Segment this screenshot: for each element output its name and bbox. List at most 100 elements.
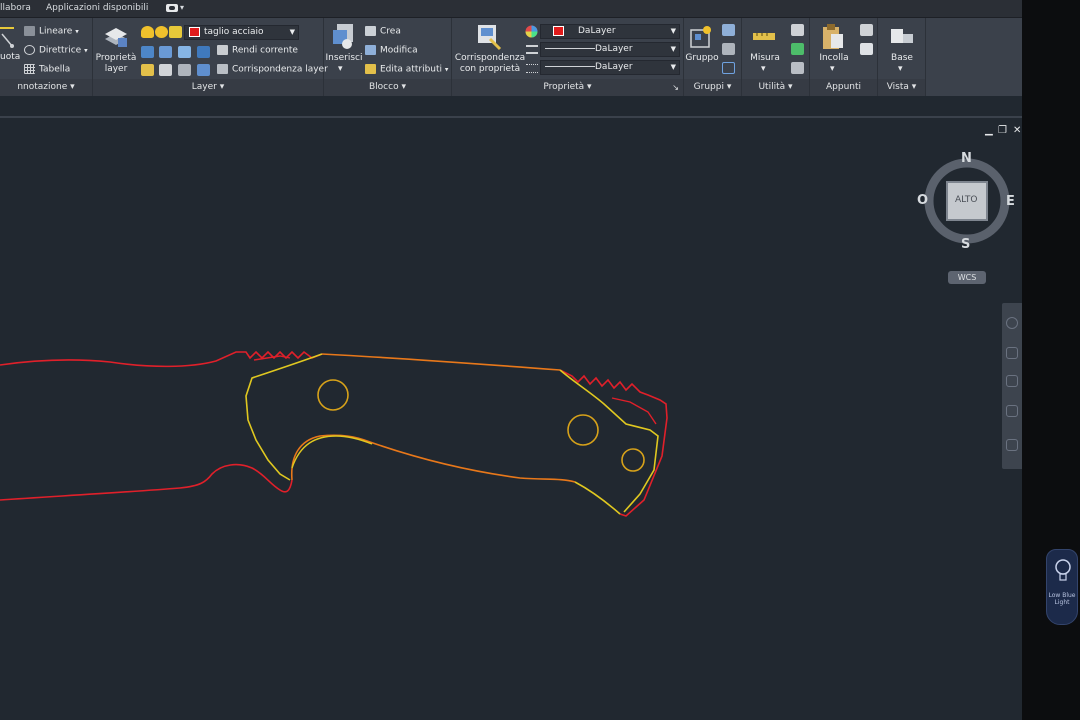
layer-on-icon[interactable] [159,64,172,76]
base-button[interactable]: Base [882,53,922,64]
compass-south[interactable]: S [961,237,970,252]
match-properties-icon[interactable] [476,23,504,51]
clipboard-icon[interactable] [821,23,845,51]
dimension-icon[interactable] [0,24,18,50]
blade-spine-outline[interactable] [0,350,323,368]
misura-button[interactable]: Misura [746,53,784,64]
chevron-down-icon: ▼ [289,28,295,36]
front-notch-outline[interactable] [253,355,291,361]
pin-hole[interactable] [567,414,599,446]
handle-bottom-outline[interactable] [291,434,576,483]
corrispondenza-layer-button[interactable]: Corrispondenza layer [217,64,328,75]
chevron-down-icon[interactable]: ▾ [761,64,766,75]
ungroup-icon[interactable] [722,24,735,36]
crea-button[interactable]: Crea [365,26,401,37]
showmotion-icon[interactable] [1006,439,1018,451]
quick-select-icon[interactable] [791,24,804,36]
sun-icon[interactable] [155,26,168,38]
chevron-down-icon[interactable]: ▾ [338,64,343,75]
lineare-button[interactable]: Lineare ▾ [24,26,79,37]
panel-title-utilita[interactable]: Utilità ▾ [742,79,809,96]
low-blue-light-widget[interactable]: Low Blue Light [1046,549,1078,625]
layer-lock-icon[interactable] [197,46,210,58]
edita-attributi-button[interactable]: Edita attributi ▾ [365,64,448,75]
base-view-icon[interactable] [889,26,915,46]
eye-icon[interactable] [166,4,178,12]
group-edit-icon[interactable] [722,43,735,55]
layer-isolate-icon[interactable] [141,46,154,58]
rendi-corrente-button[interactable]: Rendi corrente [217,45,298,56]
close-viewport-button[interactable]: ✕ [1013,125,1021,136]
copy-icon[interactable] [860,43,873,55]
inserisci-button[interactable]: Inserisci [325,53,363,64]
insert-block-icon[interactable] [331,22,357,50]
compass-east[interactable]: E [1006,194,1015,209]
compass-west[interactable]: O [917,193,928,208]
chevron-down-icon[interactable]: ▾ [830,64,835,75]
layer-freeze-icon[interactable] [178,46,191,58]
orbit-icon[interactable] [1006,405,1018,417]
linetype-dropdown[interactable]: DaLayer ▼ [540,42,680,57]
color-wheel-icon[interactable] [525,25,538,38]
chevron-down-icon[interactable]: ▾ [180,3,184,12]
tab-collabora[interactable]: llabora [0,3,31,13]
current-layer-dropdown[interactable]: taglio acciaio ▼ [184,25,299,40]
pan-icon[interactable] [1006,347,1018,359]
panel-title-annotazione[interactable]: nnotazione ▾ [0,79,92,96]
drawing-canvas[interactable] [0,118,1022,720]
lineweight-dropdown[interactable]: DaLayer ▼ [540,60,680,75]
rear-notch-outline[interactable] [611,397,657,425]
ruler-icon[interactable] [752,30,776,42]
finger-choil-outline[interactable] [291,435,373,469]
steering-wheel-icon[interactable] [1006,317,1018,329]
incolla-button[interactable]: Incolla [814,53,854,64]
table-icon [24,64,35,74]
panel-title-blocco[interactable]: Blocco ▾ [324,79,451,96]
viewcube-face-label[interactable]: ALTO [955,195,978,205]
group-select-icon[interactable] [722,62,735,74]
tab-applicazioni-disponibili[interactable]: Applicazioni disponibili [46,3,148,13]
quota-button[interactable]: uota [0,52,20,63]
gruppo-button[interactable]: Gruppo [684,53,720,64]
color-dropdown[interactable]: DaLayer ▼ [540,24,680,39]
group-icon[interactable] [688,24,714,50]
panel-title-vista[interactable]: Vista ▾ [878,79,925,96]
tabella-button[interactable]: Tabella [24,64,70,75]
layer-unisolate-icon[interactable] [159,46,172,58]
zoom-icon[interactable] [1006,375,1018,387]
chevron-down-icon[interactable]: ▾ [898,64,903,75]
blade-edge-outline[interactable] [0,463,293,501]
panel-title-proprieta[interactable]: Proprietà ▾ ↘ [452,79,683,96]
dialog-launcher-icon[interactable]: ↘ [672,79,679,96]
pin-hole[interactable] [317,379,349,411]
proprieta-layer-button[interactable]: Proprietà layer [95,53,137,75]
panel-title-gruppi[interactable]: Gruppi ▾ [684,79,741,96]
compass-north[interactable]: N [961,151,972,166]
navigation-bar [1002,303,1022,469]
select-all-icon[interactable] [791,43,804,55]
scale-front-outline[interactable] [245,353,323,481]
direttrice-button[interactable]: Direttrice ▾ [24,45,88,56]
panel-title-appunti[interactable]: Appunti [810,79,877,96]
minimize-viewport-button[interactable]: ▁ [985,125,993,136]
layer-unlock-icon[interactable] [197,64,210,76]
lock-icon[interactable] [169,26,182,38]
handle-bottom-rear-outline[interactable] [574,481,621,515]
panel-proprieta: Corrispondenza con proprietà DaLayer ▼ DaL… [452,18,684,96]
layer-properties-icon[interactable] [103,25,129,49]
viewcube[interactable]: N S E O ALTO [917,151,1015,252]
scale-rear-outline[interactable] [559,369,659,513]
layer-off-icon[interactable] [141,64,154,76]
restore-viewport-button[interactable]: ❐ [998,125,1007,136]
panel-title-layer[interactable]: Layer ▾ [93,79,323,96]
modifica-button[interactable]: Modifica [365,45,418,56]
wcs-menu[interactable]: WCS [948,271,986,284]
lightbulb-icon[interactable] [141,26,154,38]
lanyard-hole[interactable] [621,448,645,472]
handle-top-outline[interactable] [321,353,561,371]
layer-walk-icon[interactable] [178,64,191,76]
knife-drawing[interactable] [0,118,1022,720]
calculator-icon[interactable] [791,62,804,74]
corrispondenza-proprieta-button[interactable]: Corrispondenza con proprietà [454,53,526,75]
cut-icon[interactable] [860,24,873,36]
